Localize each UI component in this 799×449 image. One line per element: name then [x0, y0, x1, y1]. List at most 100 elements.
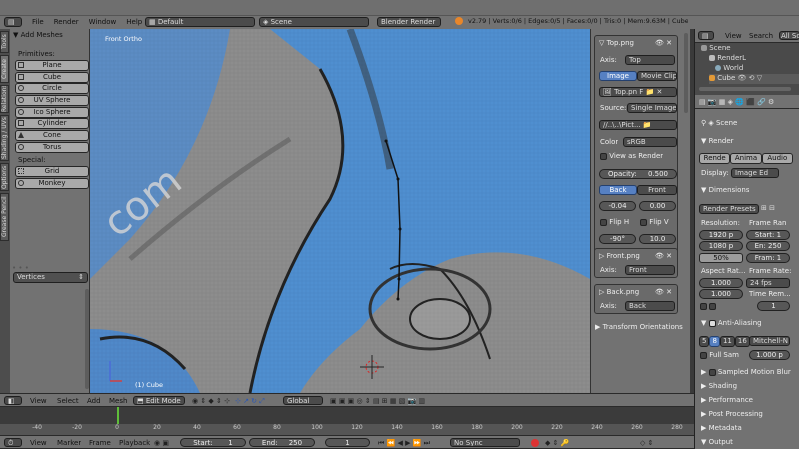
aa-11-button[interactable]: 11: [719, 336, 735, 347]
anti-aliasing-panel-header[interactable]: ▼ Anti-Aliasing: [701, 319, 762, 328]
image-path-field[interactable]: //..\..\Pict... 📁: [599, 120, 677, 130]
circle-button[interactable]: Circle: [15, 83, 89, 95]
transform-orientation-select[interactable]: Global: [283, 396, 323, 405]
current-frame-marker[interactable]: [117, 407, 119, 424]
metadata-panel-header[interactable]: ▶ Metadata: [701, 424, 742, 433]
menu-file[interactable]: File: [32, 18, 44, 27]
menu-window[interactable]: Window: [89, 18, 117, 27]
info-editor-button[interactable]: ▤: [4, 17, 22, 27]
full-sample-checkbox[interactable]: Full Sam: [700, 351, 739, 360]
front-toggle[interactable]: Front: [637, 185, 677, 195]
size-field[interactable]: 10.0: [639, 234, 676, 244]
tab-tools[interactable]: Tools: [0, 31, 9, 53]
timeline-editor-button[interactable]: ⏱: [4, 438, 22, 447]
cylinder-button[interactable]: Cylinder: [15, 118, 89, 130]
manipulator-icons[interactable]: ⊹ ↗ ↻ ⤢: [235, 397, 265, 406]
outliner-view-menu[interactable]: View: [725, 32, 742, 41]
add-meshes-header[interactable]: ▼ Add Meshes: [13, 31, 63, 40]
border-crop-checkboxes[interactable]: [700, 302, 717, 310]
vertices-select[interactable]: Vertices ⇕: [13, 272, 88, 283]
ico-sphere-button[interactable]: Ico Sphere: [15, 106, 89, 118]
aa-16-button[interactable]: 16: [734, 336, 750, 347]
layer-and-snap-icons[interactable]: ▣ ▣ ▣ ◎ ⇕ ▤ ⊞ ▦ ▧ 📷 ▥: [330, 397, 425, 406]
front-image-header[interactable]: ▷ Front.png: [599, 252, 640, 261]
tool-shelf-scrollbar[interactable]: [85, 289, 89, 389]
timeline-marker-menu[interactable]: Marker: [57, 439, 81, 448]
shading-panel-header[interactable]: ▶ Shading: [701, 382, 737, 391]
frame-step-field[interactable]: Fram: 1: [746, 253, 790, 263]
image-source-tab[interactable]: Image: [599, 71, 637, 81]
output-panel-header[interactable]: ▼ Output: [701, 438, 733, 447]
viewport[interactable]: com Front Ortho (1) Cube: [90, 29, 590, 393]
menu-help[interactable]: Help: [126, 18, 142, 27]
offset-y-field[interactable]: 0.00: [639, 201, 676, 211]
sync-mode-select[interactable]: No Sync: [450, 438, 520, 447]
aa-8-button[interactable]: 8: [709, 336, 720, 347]
outliner-item-cube[interactable]: Cube 👁 ⟲ ▽: [709, 74, 799, 84]
timeline-toggle-icons[interactable]: ◉ ▣: [154, 439, 169, 448]
plane-button[interactable]: Plane: [15, 60, 89, 71]
tab-create[interactable]: Create: [0, 55, 9, 83]
resolution-percentage-slider[interactable]: 50%: [699, 253, 743, 263]
display-select[interactable]: Image Ed: [731, 168, 779, 178]
render-panel-header[interactable]: ▼ Render: [701, 137, 734, 146]
viewport-editor-button[interactable]: ◧: [4, 396, 22, 405]
viewport-select-menu[interactable]: Select: [57, 397, 79, 406]
mode-select[interactable]: ⬒ Edit Mode: [133, 396, 185, 405]
image-datablock[interactable]: 🖼 Top.pn F 📁 ✕: [599, 87, 677, 97]
tab-shading-uvs[interactable]: Shading / UVs: [0, 115, 9, 161]
outliner-item-renderlayers[interactable]: RenderL: [709, 54, 746, 63]
tab-grease-pencil[interactable]: Grease Pencil: [0, 193, 9, 241]
frame-start-field[interactable]: Start: 1: [746, 230, 790, 240]
layout-select[interactable]: ▦ Default: [145, 17, 255, 27]
flip-v-checkbox[interactable]: Flip V: [640, 218, 669, 227]
front-image-controls[interactable]: 👁 ✕: [655, 252, 672, 261]
scene-select[interactable]: ◈ Scene: [259, 17, 369, 27]
tab-options[interactable]: Options: [0, 163, 9, 191]
cube-button[interactable]: Cube: [15, 71, 89, 83]
motion-blur-panel-header[interactable]: ▶ Sampled Motion Blur: [701, 368, 791, 377]
dimensions-panel-header[interactable]: ▼ Dimensions: [701, 186, 749, 195]
top-image-header[interactable]: ▽ Top.png: [599, 39, 634, 48]
aspect-y-field[interactable]: 1.000: [699, 289, 743, 299]
viewport-add-menu[interactable]: Add: [87, 397, 101, 406]
aa-5-button[interactable]: 5: [699, 336, 710, 347]
offset-x-field[interactable]: -0.04: [599, 201, 636, 211]
preset-add-remove-icons[interactable]: ⊞ ⊟: [761, 204, 775, 213]
render-engine-select[interactable]: Blender Render: [377, 17, 441, 27]
aspect-x-field[interactable]: 1.000: [699, 278, 743, 288]
keyframe-nav-icons[interactable]: ◇ ⇕: [640, 439, 653, 448]
transform-orientations-header[interactable]: ▶ Transform Orientations: [595, 323, 683, 332]
opacity-slider[interactable]: Opacity: 0.500: [599, 169, 677, 179]
back-axis-select[interactable]: Back: [625, 301, 675, 311]
menu-render[interactable]: Render: [54, 18, 79, 27]
outliner-scrollbar[interactable]: [699, 87, 791, 91]
rotation-field[interactable]: -90°: [599, 234, 636, 244]
shading-and-pivot-icons[interactable]: ◉ ⇕ ◆ ⇕ ⊹: [192, 397, 230, 406]
3d-cursor-icon[interactable]: [360, 355, 384, 379]
movie-clip-source-tab[interactable]: Movie Clip: [637, 71, 677, 81]
current-frame-field[interactable]: 1: [325, 438, 370, 447]
start-frame-field[interactable]: Start: 1: [180, 438, 246, 447]
timeline-area[interactable]: -40 -20 0 20 40 60 80 100 120 140 160 18…: [0, 407, 694, 435]
back-image-controls[interactable]: 👁 ✕: [655, 288, 672, 297]
bg-panel-scrollbar[interactable]: [684, 33, 688, 113]
outliner-item-scene[interactable]: Scene: [701, 44, 731, 53]
performance-panel-header[interactable]: ▶ Performance: [701, 396, 753, 405]
view-as-render-checkbox[interactable]: View as Render: [600, 152, 663, 161]
tab-relations[interactable]: Relations: [0, 85, 9, 113]
flip-h-checkbox[interactable]: Flip H: [600, 218, 629, 227]
record-icon[interactable]: [531, 439, 539, 447]
outliner-filter-select[interactable]: All Sc: [779, 31, 799, 40]
timeline-view-menu[interactable]: View: [30, 439, 47, 448]
visibility-icons[interactable]: 👁 ⟲ ▽: [738, 74, 763, 82]
color-space-select[interactable]: sRGB: [623, 137, 677, 147]
viewport-mesh-menu[interactable]: Mesh: [109, 397, 127, 406]
render-image-button[interactable]: Rende: [699, 153, 731, 164]
playback-controls[interactable]: ⏮ ⏪ ◀ ▶ ⏩ ⏭: [378, 439, 430, 448]
cone-button[interactable]: Cone: [15, 130, 89, 142]
outliner-editor-button[interactable]: ▤: [698, 31, 714, 40]
top-image-controls[interactable]: 👁 ✕: [655, 39, 672, 48]
uv-sphere-button[interactable]: UV Sphere: [15, 95, 89, 107]
timeline-frame-menu[interactable]: Frame: [89, 439, 111, 448]
